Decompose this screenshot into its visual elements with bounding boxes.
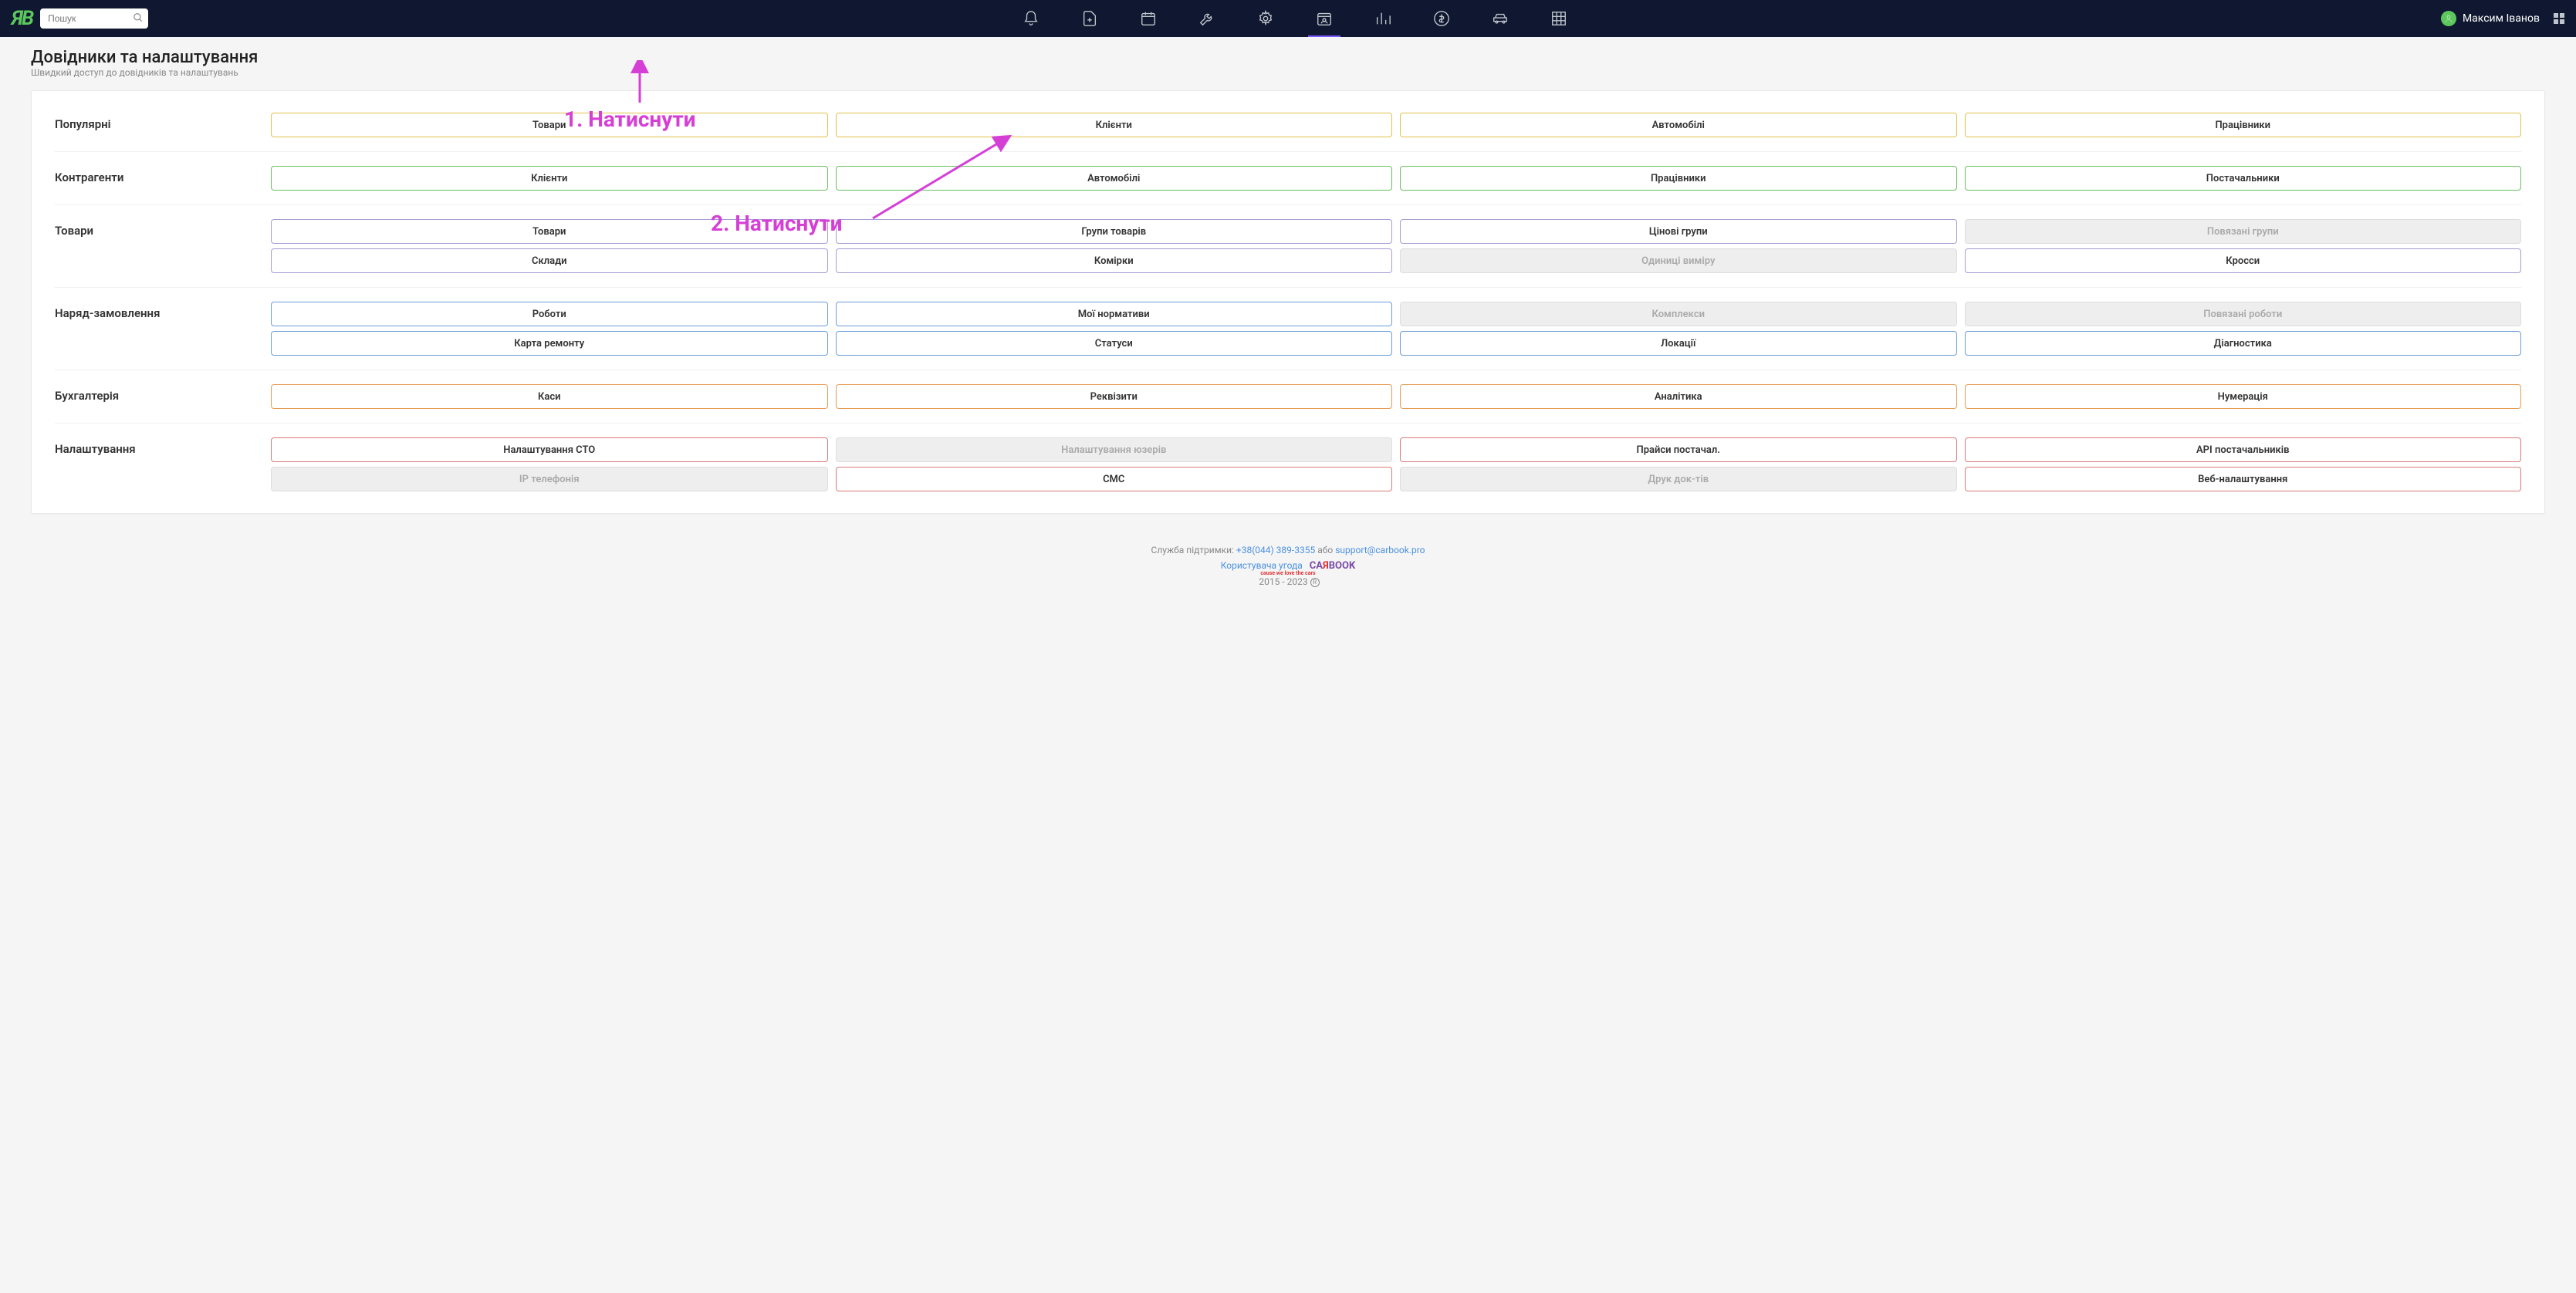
user-name: Максим Іванов bbox=[2463, 12, 2540, 25]
tile-button[interactable]: Клієнти bbox=[836, 113, 1393, 137]
tile-button[interactable]: Діагностика bbox=[1965, 331, 2522, 356]
search-input[interactable] bbox=[40, 8, 148, 29]
tile-button[interactable]: СМС bbox=[836, 467, 1393, 491]
main-card: 1. Натиснути 2. Натиснути ПопулярніТовар… bbox=[31, 90, 2545, 514]
button-grid: Роботи Мої нормативи Комплекси Повязані роб… bbox=[271, 302, 2521, 356]
section: Наряд-замовленняРоботи Мої нормативи Компл… bbox=[55, 288, 2521, 370]
page-head: Довідники та налаштування Швидкий доступ… bbox=[0, 37, 2576, 84]
tile-button[interactable]: Комірки bbox=[836, 248, 1393, 273]
section: ТовариТовари Групи товарів Цінові групи Пов… bbox=[55, 205, 2521, 288]
tile-button[interactable]: Мої нормативи bbox=[836, 302, 1393, 326]
tile-button[interactable]: Цінові групи bbox=[1400, 219, 1957, 244]
page-title: Довідники та налаштування bbox=[31, 48, 2545, 67]
tile-button[interactable]: Налаштування СТО bbox=[271, 437, 828, 462]
logo: ЯB bbox=[12, 7, 32, 30]
tile-button: Одиниці виміру bbox=[1400, 248, 1957, 273]
car-icon[interactable] bbox=[1492, 10, 1509, 27]
tile-button[interactable]: Прайси постачал. bbox=[1400, 437, 1957, 462]
tile-button[interactable]: Роботи bbox=[271, 302, 828, 326]
nav-icons bbox=[156, 10, 2433, 27]
calendar-user-icon[interactable] bbox=[1316, 10, 1333, 27]
tile-button[interactable]: Працівники bbox=[1400, 166, 1957, 191]
chart-icon[interactable] bbox=[1374, 10, 1391, 27]
tile-button[interactable]: Товари bbox=[271, 113, 828, 137]
support-label: Служба підтримки: bbox=[1151, 545, 1234, 555]
button-grid: Налаштування СТО Налаштування юзерів Прайс… bbox=[271, 437, 2521, 491]
apps-icon[interactable] bbox=[2554, 13, 2564, 24]
tile-button[interactable]: Постачальники bbox=[1965, 166, 2522, 191]
tile-button[interactable]: Кросси bbox=[1965, 248, 2522, 273]
tile-button: Налаштування юзерів bbox=[836, 437, 1393, 462]
section: ПопулярніТовари Клієнти Автомобілі Працівни… bbox=[55, 99, 2521, 152]
tile-button: IP телефонія bbox=[271, 467, 828, 491]
section: БухгалтеріяКаси Реквізити Аналітика Нумерац… bbox=[55, 370, 2521, 424]
footer: Служба підтримки: +38(044) 389-3355 або … bbox=[0, 529, 2576, 611]
tile-button[interactable]: Працівники bbox=[1965, 113, 2522, 137]
grid-icon[interactable] bbox=[1550, 10, 1567, 27]
button-grid: Клієнти Автомобілі Працівники Постачальники bbox=[271, 166, 2521, 191]
gear-icon[interactable] bbox=[1257, 10, 1274, 27]
footer-years: 2015 - 2023 bbox=[1259, 576, 1307, 587]
tile-button[interactable]: Клієнти bbox=[271, 166, 828, 191]
section-label: Товари bbox=[55, 219, 271, 238]
tile-button[interactable]: Каси bbox=[271, 384, 828, 409]
tile-button[interactable]: Статуси bbox=[836, 331, 1393, 356]
user-area[interactable]: Максим Іванов bbox=[2441, 11, 2564, 26]
search-wrap bbox=[40, 8, 148, 29]
page-subtitle: Швидкий доступ до довідників та налаштув… bbox=[31, 67, 2545, 78]
section: НалаштуванняНалаштування СТОНалаштування… bbox=[55, 424, 2521, 505]
section-label: Контрагенти bbox=[55, 166, 271, 184]
search-icon[interactable] bbox=[133, 12, 144, 26]
wrench-icon[interactable] bbox=[1198, 10, 1215, 27]
avatar bbox=[2441, 11, 2456, 26]
calendar-icon[interactable] bbox=[1140, 10, 1157, 27]
tile-button[interactable]: Локації bbox=[1400, 331, 1957, 356]
tile-button[interactable]: API постачальників bbox=[1965, 437, 2522, 462]
topbar: ЯB Максим Іванов bbox=[0, 0, 2576, 37]
bell-icon[interactable] bbox=[1023, 10, 1040, 27]
file-plus-icon[interactable] bbox=[1081, 10, 1098, 27]
tile-button[interactable]: Автомобілі bbox=[1400, 113, 1957, 137]
tile-button: Повязані групи bbox=[1965, 219, 2522, 244]
section-label: Наряд-замовлення bbox=[55, 302, 271, 320]
tile-button: Комплекси bbox=[1400, 302, 1957, 326]
tile-button[interactable]: Реквізити bbox=[836, 384, 1393, 409]
section-label: Налаштування bbox=[55, 437, 271, 456]
tile-button[interactable]: Склади bbox=[271, 248, 828, 273]
button-grid: Товари Клієнти Автомобілі Працівники bbox=[271, 113, 2521, 137]
section: КонтрагентиКлієнти Автомобілі Працівники По… bbox=[55, 152, 2521, 205]
tile-button[interactable]: Веб-налаштування bbox=[1965, 467, 2522, 491]
button-grid: Каси Реквізити Аналітика Нумерація bbox=[271, 384, 2521, 409]
user-agreement-link[interactable]: Користувача угода bbox=[1221, 560, 1303, 571]
dollar-icon[interactable] bbox=[1433, 10, 1450, 27]
footer-or: або bbox=[1317, 545, 1333, 555]
registered-icon: R bbox=[1310, 578, 1320, 587]
tile-button[interactable]: Нумерація bbox=[1965, 384, 2522, 409]
tile-button[interactable]: Автомобілі bbox=[836, 166, 1393, 191]
support-phone[interactable]: +38(044) 389-3355 bbox=[1236, 545, 1315, 555]
section-label: Бухгалтерія bbox=[55, 384, 271, 403]
tile-button[interactable]: Групи товарів bbox=[836, 219, 1393, 244]
tile-button: Друк док-тів bbox=[1400, 467, 1957, 491]
support-email[interactable]: support@carbook.pro bbox=[1335, 545, 1425, 555]
tile-button[interactable]: Аналітика bbox=[1400, 384, 1957, 409]
button-grid: Товари Групи товарів Цінові групи Повязані … bbox=[271, 219, 2521, 273]
section-label: Популярні bbox=[55, 113, 271, 131]
tile-button[interactable]: Товари bbox=[271, 219, 828, 244]
tile-button[interactable]: Карта ремонту bbox=[271, 331, 828, 356]
tile-button: Повязані роботи bbox=[1965, 302, 2522, 326]
